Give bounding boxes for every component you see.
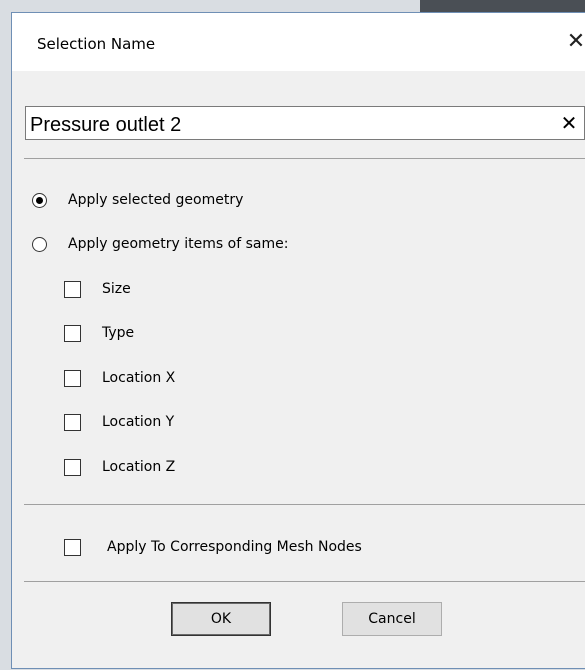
dialog-title: Selection Name	[37, 35, 156, 53]
checkbox[interactable]	[64, 413, 81, 431]
separator	[24, 158, 585, 159]
title-bar: Selection Name ✕	[12, 13, 585, 71]
checkbox[interactable]	[64, 280, 81, 298]
checkbox-label: Size	[102, 281, 131, 297]
checkbox-label: Location Y	[102, 414, 175, 430]
checkbox-type[interactable]: Type	[64, 322, 134, 344]
checkbox-label: Apply To Corresponding Mesh Nodes	[107, 539, 362, 555]
checkbox-location-x[interactable]: Location X	[64, 367, 175, 389]
checkbox-label: Location X	[102, 370, 176, 386]
radio-label: Apply selected geometry	[68, 192, 244, 208]
ok-button[interactable]: OK	[171, 602, 271, 636]
checkbox[interactable]	[64, 538, 81, 556]
selection-name-input[interactable]	[25, 106, 585, 140]
close-icon[interactable]: ✕	[561, 27, 585, 57]
radio-apply-geometry-items-same[interactable]: Apply geometry items of same:	[32, 233, 288, 255]
checkbox[interactable]	[64, 369, 81, 387]
radio-label: Apply geometry items of same:	[68, 236, 289, 252]
checkbox-apply-mesh-nodes[interactable]: Apply To Corresponding Mesh Nodes	[64, 536, 362, 558]
clear-icon[interactable]: ✕	[559, 110, 579, 136]
separator	[24, 581, 585, 582]
checkbox-location-y[interactable]: Location Y	[64, 411, 174, 433]
checkbox[interactable]	[64, 324, 81, 342]
radio-apply-selected-geometry[interactable]: Apply selected geometry	[32, 189, 243, 211]
radio-button-checked[interactable]	[32, 192, 47, 208]
separator	[24, 504, 585, 505]
checkbox-label: Location Z	[102, 459, 176, 475]
checkbox-label: Type	[102, 325, 135, 341]
cancel-button[interactable]: Cancel	[342, 602, 442, 636]
checkbox-location-z[interactable]: Location Z	[64, 456, 175, 478]
radio-button[interactable]	[32, 236, 47, 252]
checkbox-size[interactable]: Size	[64, 278, 131, 300]
checkbox[interactable]	[64, 458, 81, 476]
